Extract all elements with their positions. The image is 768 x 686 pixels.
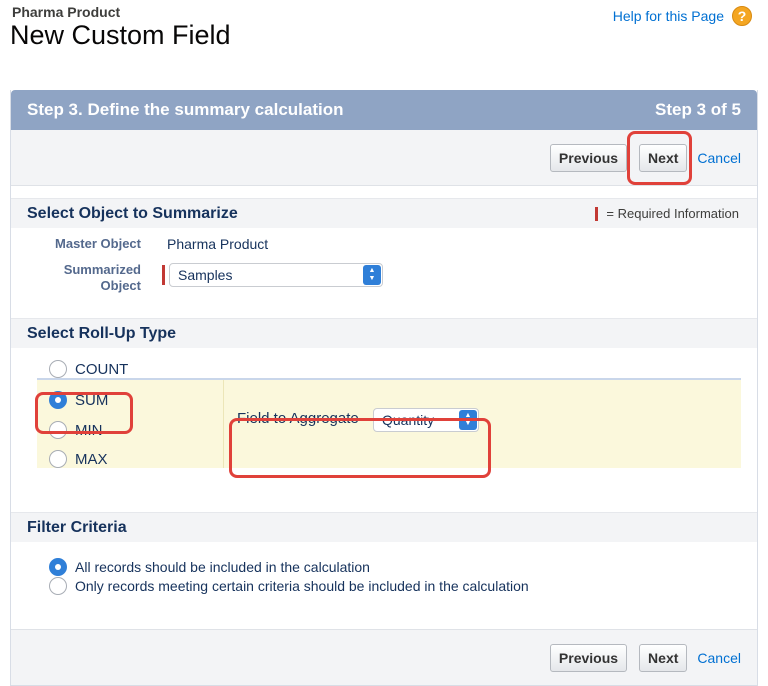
step-header: Step 3. Define the summary calculation S… [11, 90, 757, 130]
master-object-value: Pharma Product [167, 236, 269, 252]
step-title: Step 3. Define the summary calculation [27, 100, 344, 119]
summarized-label-line1: Summarized [63, 262, 141, 277]
required-marker [162, 265, 165, 285]
section-header-object: Select Object to Summarize = Required In… [11, 198, 757, 228]
radio-count[interactable] [49, 360, 67, 378]
help-icon[interactable]: ? [732, 6, 752, 26]
master-object-label: Master Object [55, 236, 141, 251]
radio-filter-criteria[interactable] [49, 577, 67, 595]
rollup-option-count[interactable]: COUNT [49, 360, 128, 378]
summarized-object-select-value: Samples [178, 267, 233, 283]
section-header-rollup: Select Roll-Up Type [11, 318, 757, 348]
help-area: Help for this Page ? [613, 6, 752, 26]
bottom-button-row: Previous Next Cancel [11, 629, 757, 685]
step-indicator: Step 3 of 5 [655, 100, 741, 119]
required-legend: = Required Information [595, 206, 739, 221]
highlight-sum-option [35, 392, 133, 434]
object-fields: Master Object Pharma Product Summarized … [11, 228, 757, 300]
highlight-field-to-aggregate [229, 418, 491, 478]
summarized-object-label: Summarized Object [21, 262, 141, 294]
cancel-link-bottom[interactable]: Cancel [697, 650, 741, 666]
help-link[interactable]: Help for this Page [613, 8, 724, 24]
section-header-filter: Filter Criteria [11, 512, 757, 542]
filter-label-criteria: Only records meeting certain criteria sh… [75, 578, 529, 594]
page-title: New Custom Field [10, 20, 231, 50]
previous-button-bottom[interactable]: Previous [549, 643, 628, 672]
previous-button[interactable]: Previous [549, 143, 628, 172]
rollup-label-count: COUNT [75, 360, 129, 378]
filter-option-all[interactable]: All records should be included in the ca… [49, 558, 370, 576]
select-arrows-icon: ▲ ▼ [363, 265, 381, 285]
radio-filter-all[interactable] [49, 558, 67, 576]
section-title-object: Select Object to Summarize [27, 204, 238, 222]
summarized-label-line2: Object [100, 278, 141, 293]
required-legend-text: = Required Information [606, 206, 739, 221]
radio-max[interactable] [49, 450, 67, 468]
filter-area: All records should be included in the ca… [11, 542, 757, 632]
section-title-filter: Filter Criteria [27, 518, 127, 536]
rollup-label-max: MAX [75, 450, 108, 468]
section-title-rollup: Select Roll-Up Type [27, 324, 177, 342]
highlight-next-button [627, 131, 692, 185]
required-indicator-icon [595, 206, 599, 221]
filter-label-all: All records should be included in the ca… [75, 559, 370, 575]
filter-option-criteria[interactable]: Only records meeting certain criteria sh… [49, 577, 529, 595]
cancel-link[interactable]: Cancel [697, 150, 741, 166]
panel-separator [223, 380, 224, 468]
breadcrumb: Pharma Product [12, 4, 121, 20]
next-button-bottom[interactable]: Next [639, 643, 688, 672]
summarized-object-select[interactable]: Samples ▲ ▼ [169, 263, 383, 287]
rollup-option-max[interactable]: MAX [49, 450, 108, 468]
